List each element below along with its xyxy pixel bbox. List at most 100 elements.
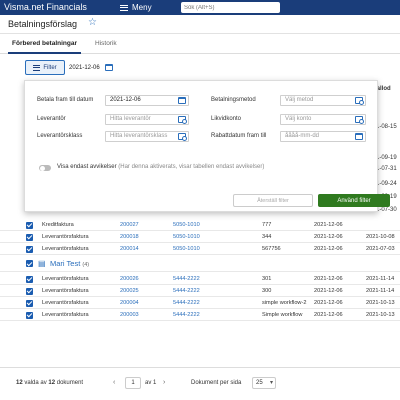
due-date: 2021-11-14	[366, 276, 395, 282]
cash-account-placeholder: Välj konto	[285, 116, 312, 122]
table-row[interactable]: Leverantörsfaktura 200026 5444-2222 301 …	[0, 273, 400, 285]
doc-type: Kreditfaktura	[42, 222, 74, 228]
row-checkbox[interactable]	[26, 287, 33, 295]
account-link[interactable]: 5444-2222	[173, 312, 200, 318]
due-date: 2021-11-14	[366, 288, 395, 294]
payment-method-field[interactable]: Välj metod	[280, 95, 366, 106]
hamburger-icon	[120, 4, 128, 11]
doc-type: Leverantörsfaktura	[42, 312, 89, 318]
lookup-icon[interactable]	[178, 133, 187, 141]
account-link[interactable]: 5050-1010	[173, 234, 200, 240]
date-selector[interactable]: 2021-12-06	[69, 60, 113, 75]
account-link[interactable]: 5050-1010	[173, 246, 200, 252]
group-count: (4)	[82, 262, 90, 268]
favorite-star-icon[interactable]: ☆	[88, 17, 97, 28]
apply-filter-button[interactable]: Använd filter	[318, 194, 390, 207]
row-checkbox[interactable]	[26, 311, 33, 319]
row-checkbox[interactable]	[26, 275, 33, 283]
reference: 300	[262, 288, 272, 294]
discount-date-field[interactable]: åååå-mm-dd	[280, 131, 366, 142]
tab-bar: Förbered betalningar Historik	[0, 34, 400, 54]
date-value: 2021-12-06	[69, 64, 100, 71]
account-link[interactable]: 5444-2222	[173, 300, 200, 306]
pay-date: 2021-12-06	[314, 300, 343, 306]
pagination-footer: 12 valda av 12 dokument ‹ 1 av 1 › Dokum…	[0, 367, 400, 400]
doc-number-link[interactable]: 200014	[120, 246, 139, 252]
prev-page-icon[interactable]: ‹	[113, 379, 115, 386]
due-date: 2021-10-08	[366, 234, 395, 240]
row-checkbox[interactable]	[26, 221, 33, 229]
cash-account-field[interactable]: Välj konto	[280, 114, 366, 125]
lookup-icon[interactable]	[355, 116, 364, 124]
toggle-hint: (Har denna aktiverats, visar tabellen en…	[118, 164, 265, 170]
per-page-label: Dokument per sida	[191, 380, 242, 386]
selection-suffix: dokument	[55, 380, 84, 386]
per-page-select[interactable]: 25	[252, 377, 276, 389]
pay-date: 2021-12-06	[314, 234, 343, 240]
doc-number-link[interactable]: 200026	[120, 276, 139, 282]
pay-until-label: Betala fram till datum	[37, 97, 94, 103]
supplier-icon: ▤	[38, 259, 46, 268]
pay-date: 2021-12-06	[314, 276, 343, 282]
menu-button[interactable]: Meny	[117, 0, 152, 15]
page-number-input[interactable]: 1	[125, 377, 141, 389]
supplier-field[interactable]: Hitta leverantör	[105, 114, 189, 125]
tab-prepare-payments[interactable]: Förbered betalningar	[7, 40, 82, 54]
account-link[interactable]: 5444-2222	[173, 288, 200, 294]
account-link[interactable]: 5444-2222	[173, 276, 200, 282]
discount-date-label: Rabattdatum fram till	[211, 133, 267, 139]
pay-until-value: 2021-12-06	[110, 97, 141, 103]
deviations-toggle[interactable]	[39, 165, 51, 171]
page-title: Betalningsförslag	[8, 19, 78, 29]
group-name[interactable]: Mari Test (4)	[50, 259, 89, 268]
title-bar: Betalningsförslag ☆	[0, 15, 400, 34]
pay-date: 2021-12-06	[314, 312, 343, 318]
doc-number-link[interactable]: 200018	[120, 234, 139, 240]
table-row[interactable]: Kreditfaktura 200027 5050-1010 777 2021-…	[0, 219, 400, 231]
group-checkbox[interactable]	[26, 260, 33, 267]
calendar-icon[interactable]	[104, 64, 113, 71]
reference: 344	[262, 234, 272, 240]
lookup-icon[interactable]	[178, 116, 187, 124]
row-checkbox[interactable]	[26, 233, 33, 241]
tab-history[interactable]: Historik	[95, 40, 117, 47]
table-row[interactable]: Leverantörsfaktura 200003 5444-2222 Simp…	[0, 309, 400, 321]
due-date: 2021-10-13	[366, 300, 395, 306]
supplier-class-label: Leverantörsklass	[37, 133, 83, 139]
toggle-text: Visa endast avvikelser	[57, 164, 117, 170]
discount-date-placeholder: åååå-mm-dd	[285, 133, 320, 139]
reference: 777	[262, 222, 272, 228]
table-row[interactable]: Leverantörsfaktura 200018 5050-1010 344 …	[0, 231, 400, 243]
calendar-icon[interactable]	[178, 97, 186, 104]
reference: 567756	[262, 246, 281, 252]
calendar-icon[interactable]	[355, 133, 363, 140]
reference: simple workflow-2	[262, 300, 307, 306]
deviations-toggle-label: Visa endast avvikelser (Har denna aktive…	[57, 164, 264, 170]
doc-number-link[interactable]: 200027	[120, 222, 139, 228]
doc-type: Leverantörsfaktura	[42, 276, 89, 282]
account-link[interactable]: 5050-1010	[173, 222, 200, 228]
table-row[interactable]: Leverantörsfaktura 200014 5050-1010 5677…	[0, 243, 400, 255]
table-row[interactable]: Leverantörsfaktura 200025 5444-2222 300 …	[0, 285, 400, 297]
filter-button[interactable]: Filter	[25, 60, 65, 75]
reset-filter-button[interactable]: Återställ filter	[233, 194, 313, 207]
doc-type: Leverantörsfaktura	[42, 300, 89, 306]
row-checkbox[interactable]	[26, 245, 33, 253]
doc-type: Leverantörsfaktura	[42, 288, 89, 294]
app-name[interactable]: Visma.net Financials	[4, 2, 87, 12]
next-page-icon[interactable]: ›	[163, 379, 165, 386]
supplier-group-header[interactable]: ▤ Mari Test (4)	[0, 255, 400, 272]
doc-number-link[interactable]: 200025	[120, 288, 139, 294]
pay-until-field[interactable]: 2021-12-06	[105, 95, 189, 106]
pay-date: 2021-12-06	[314, 246, 343, 252]
supplier-class-field[interactable]: Hitta leverantörsklass	[105, 131, 189, 142]
doc-number-link[interactable]: 200003	[120, 312, 139, 318]
cash-account-label: Likvidkonto	[211, 116, 242, 122]
payment-method-placeholder: Välj metod	[285, 97, 314, 103]
row-checkbox[interactable]	[26, 299, 33, 307]
search-input[interactable]	[181, 2, 280, 13]
doc-type: Leverantörsfaktura	[42, 234, 89, 240]
lookup-icon[interactable]	[355, 97, 364, 105]
table-row[interactable]: Leverantörsfaktura 200004 5444-2222 simp…	[0, 297, 400, 309]
doc-number-link[interactable]: 200004	[120, 300, 139, 306]
